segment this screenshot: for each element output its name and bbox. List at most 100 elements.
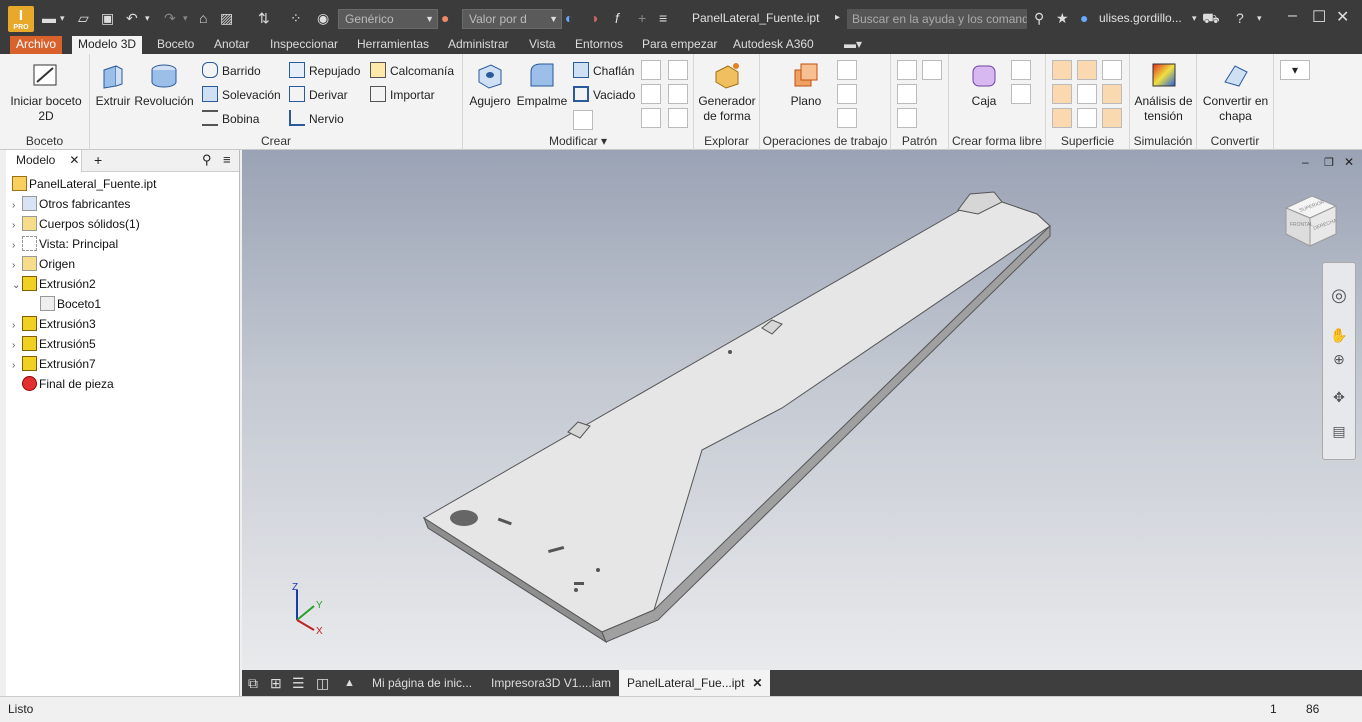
search-binoculars-icon[interactable]: ⚲ (1034, 10, 1044, 26)
tree-node-origin[interactable]: › Origen (12, 256, 75, 274)
plus-icon[interactable]: + (638, 10, 646, 26)
favorites-star-icon[interactable]: ★ (1056, 10, 1069, 26)
tree-node-extrusion5[interactable]: › Extrusión5 (12, 336, 96, 354)
ribbon-options-icon[interactable]: ▾ (1280, 60, 1310, 80)
close-tab-icon[interactable]: ✕ (69, 153, 79, 167)
tree-node-view[interactable]: › Vista: Principal (12, 236, 118, 254)
chamfer-button[interactable]: Chaflán (573, 62, 634, 79)
revolve-button[interactable]: Revolución (134, 60, 194, 109)
undo-icon[interactable]: ↶ (126, 10, 138, 26)
shape-generator-button[interactable]: Generador de forma (696, 60, 758, 124)
maximize-icon[interactable]: ☐ (1312, 7, 1326, 27)
hole-button[interactable]: Agujero (467, 60, 513, 109)
cart-icon[interactable]: ⛟ (1202, 10, 1220, 26)
select-icon[interactable]: ⁘ (290, 10, 302, 26)
look-at-icon[interactable]: ▤ (1323, 423, 1355, 440)
search-arrow-icon[interactable]: ▸ (835, 10, 840, 26)
tab-inspeccionar[interactable]: Inspeccionar (264, 36, 344, 54)
orbit-icon[interactable]: ✥ (1323, 389, 1355, 406)
tree-node-sketch1[interactable]: Boceto1 (30, 296, 101, 312)
pan-icon[interactable]: ✋ (1323, 327, 1355, 344)
update-icon[interactable]: ⇅ (258, 10, 270, 26)
search-icon[interactable]: ⚲ (202, 152, 212, 168)
tile-vertical-icon[interactable]: ◫ (316, 670, 329, 696)
color-wheel-icon[interactable]: ◉ (317, 10, 329, 26)
tile-horizontal-icon[interactable]: ☰ (292, 670, 305, 696)
undo-dropdown-icon[interactable]: ▾ (145, 10, 150, 26)
patch-icon[interactable] (1102, 60, 1122, 80)
draft-icon[interactable] (573, 110, 593, 130)
tab-administrar[interactable]: Administrar (442, 36, 515, 54)
plane-button[interactable]: Plano (776, 60, 836, 109)
add-browser-icon[interactable]: + (94, 152, 102, 168)
doc-list-icon[interactable]: ▲ (344, 670, 355, 696)
doc-tab-home[interactable]: Mi página de inic... (372, 670, 472, 696)
close-doc-icon[interactable]: ✕ (752, 676, 762, 690)
tab-herramientas[interactable]: Herramientas (351, 36, 435, 54)
tab-anotar[interactable]: Anotar (208, 36, 255, 54)
home-icon[interactable]: ⌂ (199, 10, 207, 26)
work-axis-icon[interactable] (837, 60, 857, 80)
delete-surface-icon[interactable] (1077, 84, 1097, 104)
tree-node-root[interactable]: PanelLateral_Fuente.ipt (12, 176, 156, 192)
freeform-convert-icon[interactable] (1011, 84, 1031, 104)
rib-button[interactable]: Nervio (289, 110, 344, 127)
extend-icon[interactable] (1102, 84, 1122, 104)
thicken-icon[interactable] (668, 84, 688, 104)
loft-button[interactable]: Solevación (202, 86, 281, 103)
tab-boceto[interactable]: Boceto (151, 36, 200, 54)
new-icon[interactable]: ▬ (42, 10, 56, 26)
freeform-plane-icon[interactable] (1011, 60, 1031, 80)
adjust-icon[interactable]: ◐ (565, 10, 573, 26)
appearance-combo[interactable]: Genérico ▼ (338, 9, 438, 29)
circular-pattern-icon[interactable] (897, 84, 917, 104)
tab-modelo-3d[interactable]: Modelo 3D (72, 36, 143, 54)
close-icon[interactable]: ✕ (1336, 7, 1349, 27)
shell-button[interactable]: Vaciado (573, 86, 635, 103)
tree-node-extrusion3[interactable]: › Extrusión3 (12, 316, 96, 334)
view-close-icon[interactable]: ✕ (1344, 155, 1354, 169)
part-model[interactable]: Z Y X SUPERIOR FRONTAL DERECHA – ❐ ✕ (242, 150, 1362, 670)
tab-autodesk-a360[interactable]: Autodesk A360 (727, 36, 820, 54)
tree-node-other[interactable]: › Otros fabricantes (12, 196, 130, 214)
tree-node-end-of-part[interactable]: Final de pieza (12, 376, 114, 392)
redo-dropdown-icon[interactable]: ▾ (183, 10, 188, 26)
combine-icon[interactable] (641, 84, 661, 104)
sketch-driven-pattern-icon[interactable] (897, 108, 917, 128)
tab-archivo[interactable]: Archivo (10, 36, 63, 54)
derive-button[interactable]: Derivar (289, 86, 348, 103)
doc-tab-assembly[interactable]: Impresora3D V1....iam (491, 670, 611, 696)
app-logo-icon[interactable]: I PRO (8, 6, 34, 32)
sculpt-icon[interactable] (1077, 60, 1097, 80)
help-search-input[interactable]: Buscar en la ayuda y los comand (847, 9, 1027, 29)
image-icon[interactable]: ▨ (220, 10, 233, 26)
view-restore-icon[interactable]: ❐ (1324, 157, 1334, 169)
tree-node-bodies[interactable]: › Cuerpos sólidos(1) (12, 216, 140, 234)
emboss-button[interactable]: Repujado (289, 62, 360, 79)
repair-icon[interactable] (1077, 108, 1097, 128)
view-minimize-icon[interactable]: – (1302, 155, 1309, 169)
tile-icon[interactable]: ⊞ (270, 670, 282, 696)
minimize-icon[interactable]: – (1288, 7, 1297, 25)
new-dropdown-icon[interactable]: ▾ (60, 10, 65, 26)
tab-para-empezar[interactable]: Para empezar (636, 36, 723, 54)
delete-face-icon[interactable] (668, 108, 688, 128)
tab-entornos[interactable]: Entornos (569, 36, 629, 54)
work-point-icon[interactable] (837, 84, 857, 104)
steering-wheel-icon[interactable]: ◎ (1323, 285, 1355, 306)
browser-tab-modelo[interactable]: Modelo ✕ (6, 150, 82, 172)
clear-appearance-icon[interactable]: ◑ (590, 10, 598, 26)
decal-button[interactable]: Calcomanía (370, 62, 454, 79)
doc-tab-active[interactable]: PanelLateral_Fue...ipt ✕ (619, 670, 771, 696)
customize-icon[interactable]: ≡ (659, 10, 667, 26)
tree-node-extrusion2[interactable]: ⌄ Extrusión2 (12, 276, 96, 294)
sweep-button[interactable]: Barrido (202, 62, 261, 79)
fx-icon[interactable]: f (615, 10, 619, 26)
user-name[interactable]: ulises.gordillo... (1099, 11, 1182, 25)
replace-face-icon[interactable] (641, 108, 661, 128)
ucs-icon[interactable] (837, 108, 857, 128)
mirror-icon[interactable] (922, 60, 942, 80)
rectangular-pattern-icon[interactable] (897, 60, 917, 80)
ruled-surface-icon[interactable] (1052, 108, 1072, 128)
start-sketch-button[interactable]: Iniciar boceto 2D (10, 60, 82, 124)
